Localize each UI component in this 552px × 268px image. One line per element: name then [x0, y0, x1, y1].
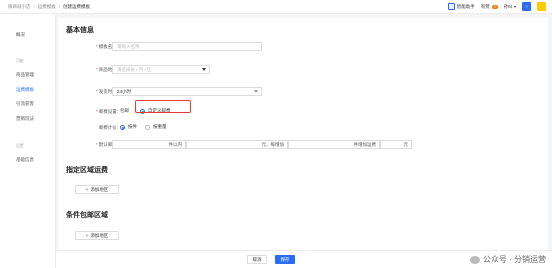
assistant-button[interactable]: 智能助手 [447, 3, 475, 10]
chevron-down-icon: ▾ [513, 4, 516, 9]
sidebar-item-freight[interactable]: 运费模板 [16, 87, 34, 93]
wechat-icon [469, 255, 480, 264]
breadcrumb: 微商城小店 / 运费模板 / 创建运费模板 [8, 4, 90, 10]
sidebar-item-goods[interactable]: 商品管理 [16, 72, 34, 78]
user-menu[interactable]: 孙M ▾ [504, 4, 516, 10]
fee-first-count[interactable]: 件以内 [112, 140, 186, 149]
region-label: *商品地址: [95, 67, 118, 72]
fee-extra-price[interactable]: 元 [380, 140, 412, 149]
ship-time-select[interactable]: 24小时 [112, 87, 262, 96]
notice-button[interactable]: 有赞 3 [481, 4, 498, 10]
highlight-box [135, 100, 191, 113]
free-option-free[interactable]: 包邮 [120, 108, 129, 114]
cancel-button[interactable]: 取消 [247, 255, 267, 264]
header-actions: 智能助手 有赞 3 孙M ▾ ? [447, 2, 546, 11]
ship-time-label: *发货时间: [95, 89, 118, 94]
sidebar: 概况 功能 商品管理 运费模板 引流获客 营销玩法 设置 基础信息 [0, 14, 56, 268]
sidebar-item-traffic[interactable]: 引流获客 [16, 101, 34, 107]
plus-icon: + [85, 187, 89, 192]
free-label: *邮费设置: [95, 109, 118, 114]
section-basic-title: 基本信息 [66, 27, 94, 34]
sidebar-item-overview[interactable]: 概况 [16, 32, 25, 38]
breadcrumb-item-current: 创建运费模板 [63, 4, 91, 9]
notice-badge: 3 [491, 4, 498, 9]
add-free-region-button[interactable]: + 添加地区 [75, 231, 119, 240]
calc-option-weight[interactable]: 按重量 [145, 124, 167, 130]
radio-empty-icon [145, 124, 150, 130]
calc-option-piece[interactable]: 按件 [120, 124, 137, 130]
region-select[interactable]: 请选择省 / 市 / 区 [112, 65, 210, 74]
help-icon[interactable]: ? [522, 2, 531, 11]
chevron-down-icon [202, 68, 206, 71]
sidebar-group-function: 功能 [16, 59, 24, 63]
breadcrumb-item-freight[interactable]: 运费模板 [38, 4, 56, 10]
name-input[interactable]: 请输入名称 [112, 42, 262, 51]
calc-label: 邮费计价: [98, 125, 118, 130]
save-button[interactable]: 保存 [275, 255, 295, 264]
breadcrumb-separator: / [58, 4, 61, 9]
default-fee-label: *默认邮费: [95, 142, 118, 147]
sidebar-item-basic[interactable]: 基础信息 [16, 157, 34, 163]
main-content: 基本信息 *模板名称: 请输入名称 *商品地址: 请选择省 / 市 / 区 *发… [58, 18, 548, 250]
user-name: 孙M [503, 3, 512, 9]
sidebar-group-settings: 设置 [16, 144, 24, 148]
fee-first-price[interactable]: 元，每增加 [186, 140, 288, 149]
section-free-condition-title: 条件包邮区域 [66, 212, 108, 219]
footer-bar: 取消 保存 公众号 · 分销运营 [56, 250, 552, 268]
add-region-button[interactable]: + 添加地区 [75, 185, 119, 194]
watermark: 公众号 · 分销运营 [469, 254, 546, 265]
section-region-title: 指定区域运费 [66, 167, 108, 174]
avatar[interactable] [537, 2, 546, 11]
top-bar: 微商城小店 / 运费模板 / 创建运费模板 智能助手 有赞 3 孙M ▾ ? [0, 0, 552, 14]
assistant-icon [447, 3, 455, 10]
chevron-down-icon [254, 90, 258, 93]
breadcrumb-item-shop[interactable]: 微商城小店 [8, 4, 31, 10]
breadcrumb-separator: / [33, 4, 35, 9]
name-label: *模板名称: [95, 44, 118, 49]
sidebar-item-marketing[interactable]: 营销玩法 [16, 116, 34, 122]
notice-label: 有赞 [480, 3, 490, 9]
plus-icon: + [85, 233, 89, 238]
fee-extra-count[interactable]: 件增加运费 [288, 140, 380, 149]
assistant-label: 智能助手 [456, 3, 475, 9]
radio-selected-icon [120, 124, 125, 130]
